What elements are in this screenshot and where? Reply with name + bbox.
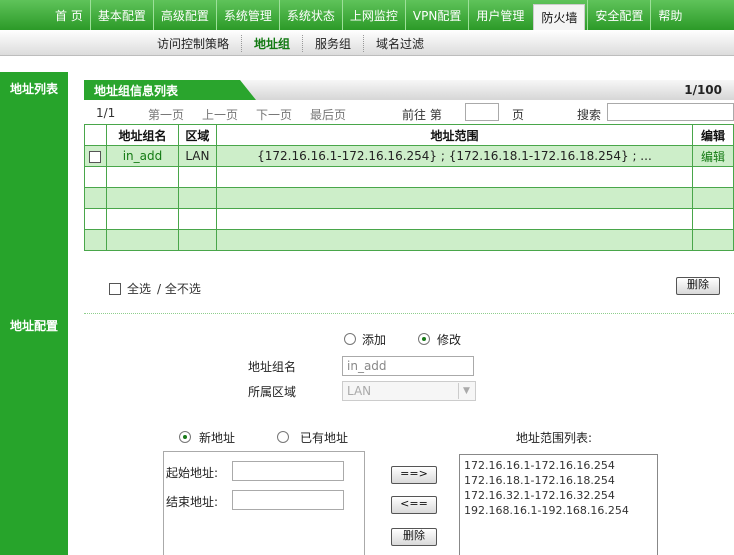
subnav-access-control[interactable]: 访问控制策略 [145,35,241,52]
nav-user-management[interactable]: 用户管理 [468,0,531,30]
list-panel-title: 地址组信息列表 [84,80,256,100]
col-edit: 编辑 [692,124,734,146]
subnav-domain-filter[interactable]: 域名过滤 [363,34,436,52]
range-list-item[interactable]: 192.168.16.1-192.168.16.254 [464,503,653,518]
mode-modify-radio[interactable] [418,333,430,345]
add-range-button[interactable]: ==> [391,466,437,484]
pager: 1/1 第一页 上一页 下一页 最后页 前往 第 页 搜索 [84,102,734,124]
nav-basic-config[interactable]: 基本配置 [89,0,153,30]
row-range: {172.16.16.1-172.16.16.254} ; {172.16.18… [215,145,694,167]
next-page-link[interactable]: 下一页 [256,106,292,123]
goto-label: 前往 第 [402,108,442,122]
last-page-link[interactable]: 最后页 [310,106,346,123]
first-page-link[interactable]: 第一页 [148,106,184,123]
mode-modify-label: 修改 [437,333,462,347]
subnav-address-group[interactable]: 地址组 [241,34,302,52]
range-list-item[interactable]: 172.16.32.1-172.16.32.254 [464,488,653,503]
existing-address-radio[interactable] [277,431,289,443]
chevron-down-icon: ▼ [458,383,474,399]
nav-vpn-config[interactable]: VPN配置 [404,0,468,30]
section-divider [84,313,734,314]
sidebar-label-address-list: 地址列表 [10,82,59,96]
subnav-service-group[interactable]: 服务组 [302,34,363,52]
end-address-input[interactable] [232,490,344,510]
table-row-empty [84,187,734,209]
new-address-radio[interactable] [179,431,191,443]
table-row: in_add LAN {172.16.16.1-172.16.16.254} ;… [84,145,734,167]
sidebar: 地址列表 地址配置 [0,72,68,555]
current-page: 1/1 [96,106,116,120]
list-panel-header: 地址组信息列表 1/100 [84,80,734,100]
search-label: 搜索 [577,108,602,122]
start-address-input[interactable] [232,461,344,481]
select-all-checkbox[interactable] [109,282,121,295]
range-list-item[interactable]: 172.16.18.1-172.16.18.254 [464,473,653,488]
sub-nav-bar: 访问控制策略 地址组 服务组 域名过滤 [0,30,734,56]
group-name-input[interactable]: in_add [342,356,474,376]
start-address-label: 起始地址: [166,466,219,480]
address-range-list[interactable]: 172.16.16.1-172.16.16.254 172.16.18.1-17… [459,454,658,555]
zone-label: 所属区域 [248,385,297,399]
sidebar-label-address-config: 地址配置 [10,319,59,333]
mode-add-label: 添加 [362,333,387,347]
row-zone: LAN [177,145,217,167]
select-all-control: 全选 / 全不选 [109,280,201,297]
page-count: 1/100 [684,83,722,97]
row-checkbox[interactable] [89,150,102,163]
nav-system-management[interactable]: 系统管理 [215,0,279,30]
col-range: 地址范围 [215,124,694,146]
col-name: 地址组名 [105,124,179,146]
group-name-label: 地址组名 [248,360,297,374]
nav-advanced-config[interactable]: 高级配置 [152,0,216,30]
zone-select-value: LAN [347,384,372,398]
col-checkbox [84,124,107,146]
nav-help[interactable]: 帮助 [650,0,689,30]
row-name[interactable]: in_add [123,149,163,163]
delete-selected-button[interactable]: 删除 [676,277,720,295]
range-list-item[interactable]: 172.16.16.1-172.16.16.254 [464,458,653,473]
prev-page-link[interactable]: 上一页 [202,106,238,123]
existing-address-label: 已有地址 [300,431,349,445]
mode-add-radio[interactable] [344,333,356,345]
delete-range-button[interactable]: 删除 [391,528,437,546]
nav-home[interactable]: 首 页 [48,0,90,30]
zone-select[interactable]: LAN ▼ [342,381,476,401]
col-zone: 区域 [177,124,217,146]
remove-range-button[interactable]: <== [391,496,437,514]
new-address-label: 新地址 [199,431,236,445]
table-row-empty [84,229,734,251]
page-suffix: 页 [512,108,525,122]
nav-firewall[interactable]: 防火墙 [533,4,586,30]
nav-internet-monitor[interactable]: 上网监控 [341,0,405,30]
deselect-all-label[interactable]: / 全不选 [157,280,201,297]
nav-system-status[interactable]: 系统状态 [278,0,342,30]
goto-page-input[interactable] [465,103,499,121]
table-row-empty [84,166,734,188]
nav-security-config[interactable]: 安全配置 [587,0,650,30]
range-list-title: 地址范围列表: [516,431,593,445]
row-edit-link[interactable]: 编辑 [701,150,725,164]
search-input[interactable] [607,103,734,121]
end-address-label: 结束地址: [166,495,219,509]
top-nav-bar: 首 页 基本配置 高级配置 系统管理 系统状态 上网监控 VPN配置 用户管理 … [0,0,734,30]
table-row-empty [84,208,734,230]
address-group-table: 地址组名 区域 地址范围 编辑 in_add LAN {172.16.16.1-… [84,124,734,251]
select-all-label[interactable]: 全选 [127,280,151,297]
